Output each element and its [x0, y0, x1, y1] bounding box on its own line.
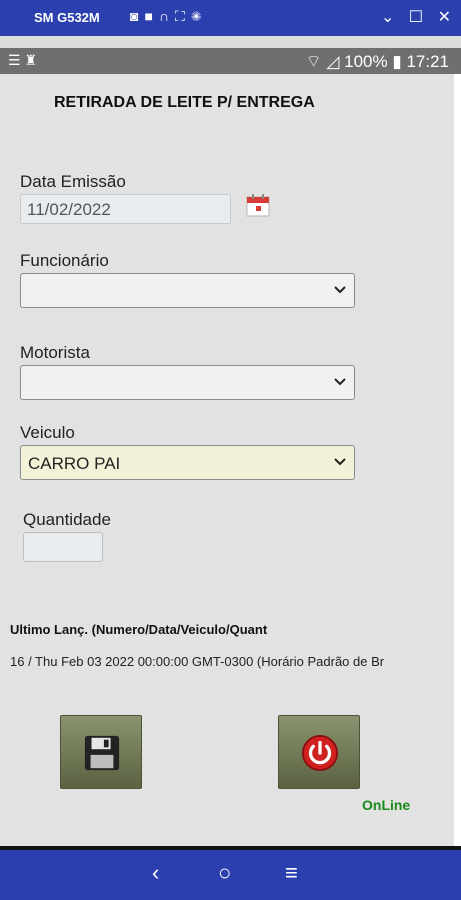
funcionario-label: Funcionário — [20, 251, 109, 270]
power-button[interactable] — [278, 715, 360, 789]
app-screen: RETIRADA DE LEITE P/ ENTREGA Data Emissã… — [0, 74, 454, 846]
quantidade-field[interactable] — [23, 532, 103, 562]
connection-status: OnLine — [362, 797, 411, 813]
battery-percent: 100% — [344, 52, 388, 71]
scrollbar-track — [454, 74, 461, 846]
funcionario-select[interactable] — [20, 273, 355, 308]
chevron-down-icon — [334, 378, 346, 386]
close-button[interactable]: ✕ — [438, 9, 451, 26]
window-tool-icons: ◙■∩⛶✺ — [130, 8, 207, 25]
motorista-select[interactable] — [20, 365, 355, 400]
veiculo-select[interactable]: CARRO PAI — [20, 445, 355, 480]
status-right: ⌔ ◿ 100% ▮ 17:21 — [306, 51, 449, 72]
expand-icon[interactable]: ⛶ — [175, 8, 191, 24]
battery-icon: ▮ — [392, 52, 402, 71]
video-icon[interactable]: ■ — [144, 8, 158, 24]
maximize-button[interactable]: ☐ — [409, 9, 423, 26]
status-bar: ☰ ♜ ⌔ ◿ 100% ▮ 17:21 — [0, 48, 461, 74]
save-button[interactable] — [60, 715, 142, 789]
back-button[interactable]: ‹ — [152, 860, 159, 886]
navigation-bar: ‹ ○ ≡ — [0, 850, 461, 900]
chevron-down-icon — [334, 458, 346, 466]
notification-icons: ☰ ♜ — [8, 52, 37, 68]
window-title-bar: SM G532M ◙■∩⛶✺ ⌄ ☐ ✕ — [0, 0, 461, 36]
wifi-icon: ⌔ — [305, 52, 322, 71]
home-button[interactable]: ○ — [218, 860, 231, 886]
recent-apps-button[interactable]: ≡ — [285, 860, 298, 886]
calendar-icon[interactable] — [246, 194, 270, 218]
floppy-disk-icon — [84, 735, 120, 771]
veiculo-selected-value: CARRO PAI — [28, 454, 121, 473]
data-emissao-label: Data Emissão — [20, 172, 126, 191]
window-title: SM G532M — [34, 10, 100, 25]
veiculo-label: Veiculo — [20, 423, 75, 442]
window-controls: ⌄ ☐ ✕ — [371, 7, 451, 27]
quantidade-label: Quantidade — [23, 510, 111, 529]
signal-icon: ◿ — [326, 52, 340, 71]
camera-icon[interactable]: ◙ — [130, 8, 144, 24]
last-entry-label: Ultimo Lanç. (Numero/Data/Veiculo/Quant — [10, 622, 268, 637]
minimize-button[interactable]: ⌄ — [381, 9, 394, 26]
clock: 17:21 — [406, 52, 449, 71]
last-entry-value: 16 / Thu Feb 03 2022 00:00:00 GMT-0300 (… — [10, 654, 385, 669]
power-icon — [301, 734, 339, 772]
data-emissao-field[interactable]: 11/02/2022 — [20, 194, 231, 224]
headset-icon[interactable]: ∩ — [159, 8, 175, 24]
page-title: RETIRADA DE LEITE P/ ENTREGA — [54, 94, 315, 111]
chevron-down-icon — [334, 286, 346, 294]
motorista-label: Motorista — [20, 343, 90, 362]
settings-icon[interactable]: ✺ — [191, 8, 208, 24]
